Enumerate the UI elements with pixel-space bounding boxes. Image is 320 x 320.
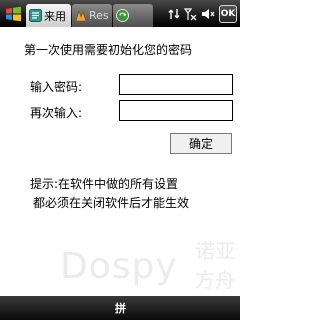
windows-flag-icon: [5, 6, 21, 21]
sync-arrows-icon[interactable]: [168, 7, 180, 21]
input-method-button[interactable]: 拼: [115, 300, 126, 316]
watermark-cn-line2: 方舟: [195, 268, 235, 292]
watermark-text: Dospy: [60, 246, 178, 287]
sync-icon: [116, 9, 129, 22]
tab-resco-label: Res: [89, 9, 109, 22]
hint-line-1: 提示:在软件中做的所有设置: [30, 177, 179, 191]
no-signal-icon[interactable]: [184, 7, 197, 21]
password-field[interactable]: [119, 74, 233, 95]
resco-icon: [75, 10, 87, 22]
watermark-cn-logo: 诺亚 方舟: [195, 235, 235, 293]
tab-resco[interactable]: Res: [72, 4, 112, 27]
confirm-button[interactable]: 确定: [170, 133, 232, 154]
speaker-mute-icon[interactable]: [201, 7, 215, 21]
password-label: 输入密码:: [30, 80, 83, 94]
tab-app-active[interactable]: 来用: [26, 4, 71, 27]
page-heading: 第一次使用需要初始化您的密码: [24, 43, 193, 57]
status-area: OK: [168, 0, 240, 27]
main-content: 第一次使用需要初始化您的密码 输入密码: 再次输入: 确定 提示:在软件中做的所…: [0, 27, 240, 296]
confirm-password-label: 再次输入:: [30, 106, 83, 120]
confirm-password-field[interactable]: [119, 100, 233, 121]
ok-close-button[interactable]: OK: [219, 4, 237, 23]
tab-sync[interactable]: [113, 4, 153, 27]
watermark-cn-line1: 诺亚: [195, 239, 235, 263]
watermark-logo: Dospy: [60, 246, 178, 287]
start-button[interactable]: [0, 0, 26, 27]
softkey-bar: 拼: [0, 296, 240, 320]
tab-app-label: 来用: [44, 9, 66, 23]
title-bar: 来用 Res OK: [0, 0, 240, 27]
hint-line-2: 都必须在关闭软件后才能生效: [33, 196, 190, 210]
app-icon: [29, 9, 42, 22]
